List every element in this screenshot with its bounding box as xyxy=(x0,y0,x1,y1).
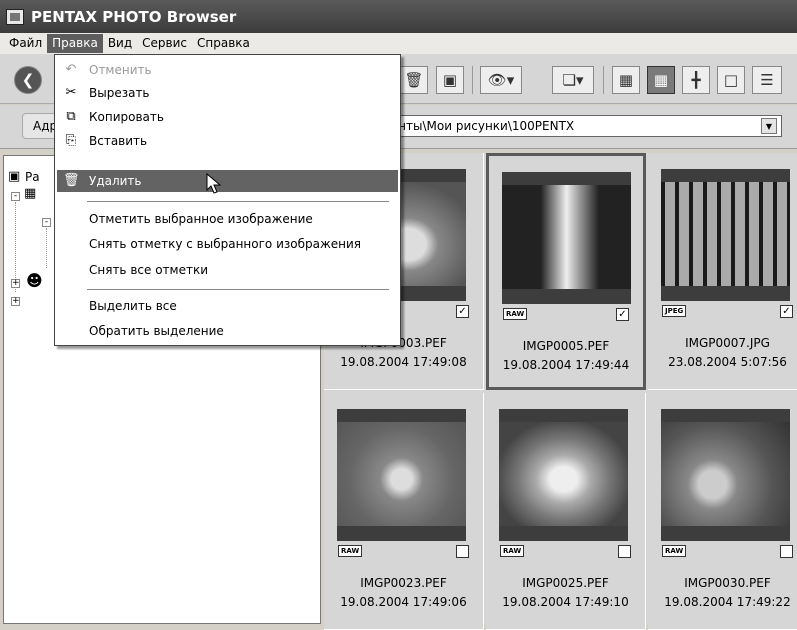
expand-toggle-icon[interactable]: + xyxy=(11,297,20,306)
thumbnail-cell[interactable]: JPEG ✓ IMGP0007.JPG 23.08.2004 5:07:56 xyxy=(648,153,797,390)
file-date: 23.08.2004 5:07:56 xyxy=(668,355,787,369)
back-arrow-icon[interactable]: ❮ xyxy=(14,66,42,94)
preview-view-icon[interactable]: □ xyxy=(717,66,745,94)
mark-checkbox[interactable]: ✓ xyxy=(780,305,793,318)
menu-help[interactable]: Справка xyxy=(192,34,255,53)
tree-root-label[interactable]: Ра xyxy=(25,170,40,184)
menu-edit[interactable]: Правка xyxy=(47,34,103,53)
photo-fruit xyxy=(661,422,790,526)
image-edit-icon[interactable]: ▣ xyxy=(436,66,464,94)
menu-item-label: Вставить xyxy=(89,134,148,148)
toolbar-separator xyxy=(603,66,604,94)
file-date: 19.08.2004 17:49:22 xyxy=(664,595,791,609)
undo-icon: ↶ xyxy=(65,62,77,77)
network-icon: ☻ xyxy=(26,271,43,290)
file-date: 19.08.2004 17:49:44 xyxy=(502,358,630,372)
app-icon xyxy=(6,8,24,25)
file-name: IMGP0030.PEF xyxy=(684,576,771,590)
file-date: 19.08.2004 17:49:08 xyxy=(340,355,467,369)
collapse-toggle-icon[interactable]: - xyxy=(11,192,20,201)
mark-checkbox[interactable]: ✓ xyxy=(456,305,469,318)
menu-item-label: Отметить выбранное изображение xyxy=(89,212,313,226)
menu-item-delete[interactable]: 🗑 Удалить xyxy=(57,170,398,192)
mark-checkbox[interactable] xyxy=(456,545,469,558)
thumbnail-cell[interactable]: RAW IMGP0030.PEF 19.08.2004 17:49:22 xyxy=(648,393,797,630)
thumbnail-image[interactable] xyxy=(502,172,631,304)
chevron-down-icon[interactable]: ▼ xyxy=(761,118,777,134)
menu-bar: Файл Правка Вид Сервис Справка xyxy=(0,33,797,54)
grid-large-view-icon[interactable]: ▦ xyxy=(612,66,640,94)
photo-alley xyxy=(502,185,631,289)
menu-file[interactable]: Файл xyxy=(4,34,47,53)
menu-item-label: Отменить xyxy=(89,63,152,77)
thumbnail-cell[interactable]: RAW ✓ IMGP0005.PEF 19.08.2004 17:49:44 xyxy=(486,153,646,390)
grid-medium-view-icon[interactable]: ▦ xyxy=(647,66,675,94)
menu-item-invert-selection[interactable]: Обратить выделение xyxy=(57,320,398,342)
paste-icon: ⎘ xyxy=(65,133,77,148)
thumbnail-cell[interactable]: RAW IMGP0023.PEF 19.08.2004 17:49:06 xyxy=(324,393,484,630)
menu-item-label: Снять все отметки xyxy=(89,263,208,277)
menu-item-label: Снять отметку с выбранного изображения xyxy=(89,237,362,251)
menu-item-copy[interactable]: ⧉ Копировать xyxy=(57,106,398,128)
menu-item-unmark-all[interactable]: Снять все отметки xyxy=(57,259,398,281)
scissors-icon: ✂ xyxy=(65,85,77,100)
list-view-icon[interactable]: ☰ xyxy=(752,66,782,94)
menu-item-paste[interactable]: ⎘ Вставить xyxy=(57,130,398,152)
slideshow-icon[interactable]: ❏▾ xyxy=(552,66,594,94)
menu-item-label: Удалить xyxy=(89,174,142,188)
thumbnail-image[interactable] xyxy=(661,169,790,301)
format-badge: JPEG xyxy=(662,305,687,317)
window-title: PENTAX PHOTO Browser xyxy=(31,7,237,26)
delete-trash-icon[interactable]: 🗑 xyxy=(400,66,428,94)
address-path: иенты\Мои рисунки\100PENTX xyxy=(383,119,575,133)
collapse-toggle-icon[interactable]: - xyxy=(42,218,51,227)
file-name: IMGP0007.JPG xyxy=(685,336,770,350)
mark-checkbox[interactable] xyxy=(780,545,793,558)
photo-fruit-basket xyxy=(499,422,628,526)
menu-item-label: Выделить все xyxy=(89,299,177,313)
thumbnail-image[interactable] xyxy=(337,409,466,541)
menu-item-cut[interactable]: ✂ Вырезать xyxy=(57,82,398,104)
menu-item-undo: ↶ Отменить xyxy=(57,59,398,81)
file-date: 19.08.2004 17:49:10 xyxy=(502,595,629,609)
tree-line xyxy=(46,228,47,268)
menu-separator xyxy=(87,289,389,290)
mouse-cursor-icon xyxy=(206,173,222,194)
mark-checkbox[interactable]: ✓ xyxy=(616,308,629,321)
file-name: IMGP0005.PEF xyxy=(522,339,610,353)
expand-toggle-icon[interactable]: + xyxy=(11,279,20,288)
file-name: IMGP0025.PEF xyxy=(522,576,609,590)
format-badge: RAW xyxy=(500,545,525,557)
menu-service[interactable]: Сервис xyxy=(137,34,192,53)
photo-flowers xyxy=(337,422,466,526)
thumbnail-image[interactable] xyxy=(499,409,628,541)
edit-menu: ↶ Отменить ✂ Вырезать ⧉ Копировать ⎘ Вставит… xyxy=(54,54,401,346)
grid-small-view-icon[interactable]: ╋ xyxy=(682,66,710,94)
menu-separator xyxy=(87,201,389,202)
menu-view[interactable]: Вид xyxy=(103,34,137,53)
thumbnail-cell[interactable]: RAW IMGP0025.PEF 19.08.2004 17:49:10 xyxy=(486,393,646,630)
menu-item-unmark-selected[interactable]: Снять отметку с выбранного изображения xyxy=(57,233,398,255)
menu-item-select-all[interactable]: Выделить все xyxy=(57,295,398,317)
format-badge: RAW xyxy=(503,308,528,320)
trash-icon: 🗑 xyxy=(63,173,80,188)
format-badge: RAW xyxy=(338,545,363,557)
file-date: 19.08.2004 17:49:06 xyxy=(340,595,467,609)
thumbnail-image[interactable] xyxy=(661,409,790,541)
menu-item-label: Вырезать xyxy=(89,86,150,100)
eye-view-icon[interactable]: 👁▾ xyxy=(480,66,522,94)
desktop-icon: ▣ xyxy=(8,169,21,184)
menu-item-label: Обратить выделение xyxy=(89,324,224,338)
mark-checkbox[interactable] xyxy=(618,545,631,558)
computer-icon: ▦ xyxy=(24,186,37,201)
title-bar: PENTAX PHOTO Browser xyxy=(0,0,797,33)
format-badge: RAW xyxy=(662,545,687,557)
menu-item-mark-selected[interactable]: Отметить выбранное изображение xyxy=(57,208,398,230)
copy-icon: ⧉ xyxy=(66,109,76,124)
menu-item-label: Копировать xyxy=(89,110,164,124)
file-name: IMGP0023.PEF xyxy=(360,576,447,590)
toolbar-separator xyxy=(472,66,473,94)
photo-fence xyxy=(661,182,790,286)
